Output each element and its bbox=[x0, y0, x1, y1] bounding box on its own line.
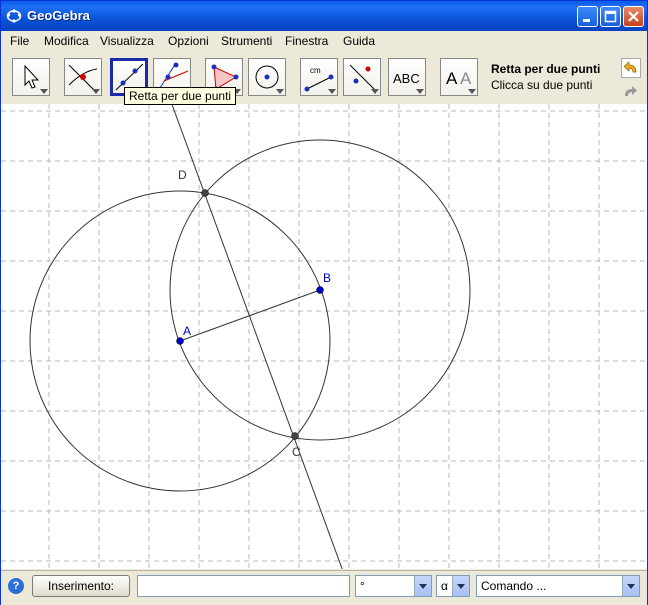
maximize-button[interactable] bbox=[600, 6, 621, 27]
menu-finestra[interactable]: Finestra bbox=[285, 34, 328, 48]
degree-symbol: ° bbox=[360, 579, 365, 593]
close-button[interactable] bbox=[623, 6, 644, 27]
tool-tooltip: Retta per due punti bbox=[124, 87, 237, 105]
point-d-label: D bbox=[178, 168, 187, 182]
chevron-down-icon[interactable] bbox=[622, 576, 639, 596]
svg-text:A: A bbox=[460, 69, 472, 88]
degree-symbol-combo[interactable]: ° bbox=[355, 575, 432, 597]
geometry-canvas[interactable]: A B C D bbox=[1, 104, 647, 569]
geogebra-logo-icon bbox=[6, 9, 22, 23]
menu-bar: File Modifica Visualizza Opzioni Strumen… bbox=[1, 31, 647, 52]
text-tool-button[interactable]: ABC bbox=[388, 58, 426, 96]
undo-button[interactable] bbox=[621, 58, 641, 78]
menu-modifica[interactable]: Modifica bbox=[44, 34, 89, 48]
move-tool-button[interactable] bbox=[12, 58, 50, 96]
measure-tool-button[interactable]: cm bbox=[300, 58, 338, 96]
menu-visualizza[interactable]: Visualizza bbox=[100, 34, 154, 48]
chevron-down-icon[interactable] bbox=[414, 576, 431, 596]
menu-file[interactable]: File bbox=[10, 34, 29, 48]
maximize-icon bbox=[604, 10, 617, 23]
svg-text:A: A bbox=[446, 69, 458, 88]
menu-guida[interactable]: Guida bbox=[343, 34, 375, 48]
minimize-icon bbox=[583, 19, 590, 22]
grid bbox=[1, 104, 647, 569]
alpha-symbol: α bbox=[441, 579, 448, 593]
circle-tool-button[interactable] bbox=[248, 58, 286, 96]
point-d bbox=[201, 189, 209, 197]
active-tool-hint: Clicca su due punti bbox=[491, 78, 593, 92]
reflect-tool-button[interactable] bbox=[343, 58, 381, 96]
menu-opzioni[interactable]: Opzioni bbox=[168, 34, 209, 48]
active-tool-title: Retta per due punti bbox=[491, 62, 601, 76]
point-c-label: C bbox=[292, 445, 301, 459]
command-combo[interactable]: Comando ... bbox=[476, 575, 640, 597]
help-icon[interactable]: ? bbox=[8, 578, 24, 594]
redo-icon bbox=[625, 86, 637, 96]
title-bar[interactable]: GeoGebra bbox=[1, 1, 647, 31]
slider-tool-button[interactable]: AA bbox=[440, 58, 478, 96]
close-icon bbox=[628, 11, 639, 22]
line-cd bbox=[171, 104, 343, 569]
undo-icon bbox=[623, 61, 637, 73]
point-b bbox=[316, 286, 324, 294]
input-field[interactable] bbox=[137, 575, 350, 597]
window-title: GeoGebra bbox=[27, 8, 90, 23]
input-bar: ? Inserimento: ° α Comando ... bbox=[1, 570, 647, 605]
point-c bbox=[291, 432, 299, 440]
graphics-view[interactable]: A B C D bbox=[1, 104, 647, 569]
point-a bbox=[176, 337, 184, 345]
command-placeholder: Comando ... bbox=[481, 579, 547, 593]
menu-strumenti[interactable]: Strumenti bbox=[221, 34, 272, 48]
minimize-button[interactable] bbox=[577, 6, 598, 27]
toolbar: cm ABC AA Retta per due punti Clicca su … bbox=[1, 52, 647, 105]
point-b-label: B bbox=[323, 271, 331, 285]
input-label-button[interactable]: Inserimento: bbox=[32, 575, 130, 597]
svg-text:cm: cm bbox=[310, 66, 321, 75]
app-window: GeoGebra File Modifica Visualizza Opzion… bbox=[0, 0, 648, 605]
chevron-down-icon[interactable] bbox=[452, 576, 469, 596]
redo-button[interactable] bbox=[621, 81, 641, 101]
svg-text:ABC: ABC bbox=[393, 71, 420, 86]
alpha-symbol-combo[interactable]: α bbox=[436, 575, 470, 597]
point-tool-button[interactable] bbox=[64, 58, 102, 96]
point-a-label: A bbox=[183, 324, 191, 338]
